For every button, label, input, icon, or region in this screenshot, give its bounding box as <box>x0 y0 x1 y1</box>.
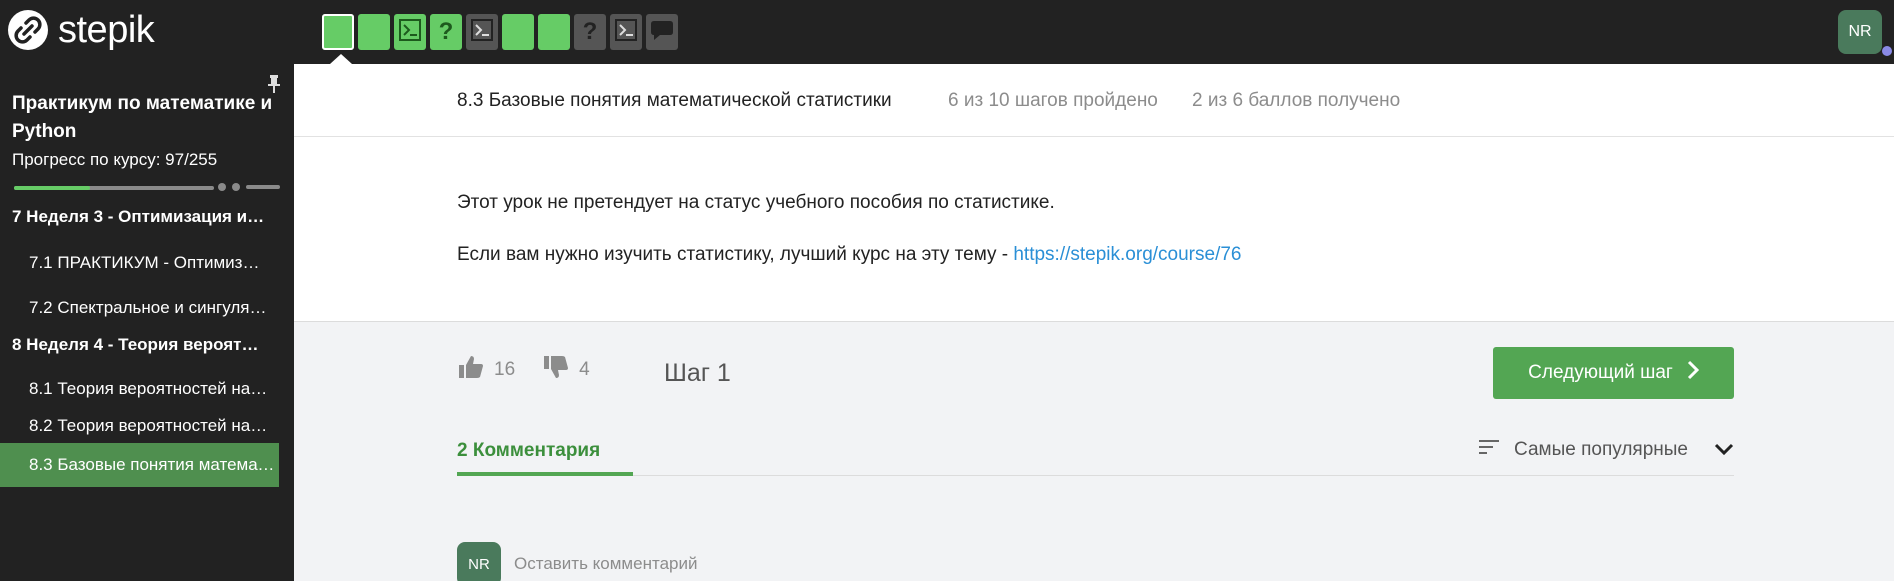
step-number: Шаг 1 <box>664 359 731 387</box>
sidebar-lesson[interactable]: 8.2 Теория вероятностей на Python <box>0 404 268 448</box>
sort-icon <box>1478 438 1500 462</box>
sidebar-item-label: 8 Неделя 4 - Теория вероятностей и стати… <box>12 335 268 354</box>
content-paragraph: Если вам нужно изучить статистику, лучши… <box>457 244 1241 266</box>
course-progress-bar <box>14 186 214 190</box>
step-4[interactable]: ? <box>430 14 462 50</box>
step-8[interactable]: ? <box>574 14 606 50</box>
tab-comments[interactable]: 2 Комментария <box>457 436 633 476</box>
progress-marker <box>232 183 240 191</box>
progress-markers <box>218 183 280 191</box>
sidebar-section[interactable]: 8 Неделя 4 - Теория вероятностей и стати… <box>0 323 268 367</box>
top-bar: stepik ?? NR <box>0 0 1894 64</box>
comments-sort-select[interactable]: Самые популярные <box>1478 438 1734 462</box>
chat-bubble-icon <box>650 19 674 46</box>
comment-input[interactable]: Оставить комментарий <box>514 554 697 574</box>
brand-name: stepik <box>58 9 155 51</box>
sort-label: Самые популярные <box>1514 439 1688 460</box>
dislike-button[interactable]: 4 <box>543 354 590 386</box>
stepik-logo-icon <box>8 10 48 50</box>
course-sidebar: Практикум по математике и Python Прогрес… <box>0 64 294 581</box>
step-content: Этот урок не претендует на статус учебно… <box>294 137 1894 322</box>
steps-progress: 6 из 10 шагов пройдено <box>948 90 1158 111</box>
sidebar-section[interactable]: 7 Неделя 3 - Оптимизация и матричные раз… <box>0 195 268 239</box>
question-icon: ? <box>582 18 598 45</box>
step-5[interactable] <box>466 14 498 50</box>
content-text: Если вам нужно изучить статистику, лучши… <box>457 244 1014 265</box>
step-10[interactable] <box>646 14 678 50</box>
step-6[interactable] <box>502 14 534 50</box>
course-title[interactable]: Практикум по математике и Python <box>12 90 274 146</box>
step-9[interactable] <box>610 14 642 50</box>
user-avatar[interactable]: NR <box>1838 10 1882 54</box>
chevron-right-icon <box>1687 360 1699 386</box>
step-votes: 16 4 <box>458 354 618 386</box>
sidebar-item-label: 7.1 ПРАКТИКУМ - Оптимизация <box>29 253 268 272</box>
sidebar-item-label: 8.2 Теория вероятностей на Python <box>29 416 268 435</box>
notification-dot <box>1882 46 1892 56</box>
step-2[interactable] <box>358 14 390 50</box>
course-link[interactable]: https://stepik.org/course/76 <box>1013 244 1241 265</box>
comments-tabs: 2 Комментария Самые популярные <box>457 436 1734 476</box>
chevron-down-icon <box>1714 439 1734 461</box>
current-step-caret <box>330 54 352 64</box>
terminal-icon <box>615 18 637 46</box>
thumbs-down-icon <box>543 354 569 386</box>
terminal-icon <box>471 18 493 46</box>
sidebar-item-label: 8.3 Базовые понятия математической стати… <box>29 455 279 474</box>
sidebar-lesson[interactable]: 8.3 Базовые понятия математической стати… <box>0 443 279 487</box>
step-3[interactable] <box>394 14 426 50</box>
course-progress-label: Прогресс по курсу: 97/255 <box>12 150 218 169</box>
sidebar-lesson[interactable]: 7.1 ПРАКТИКУМ - Оптимизация <box>0 241 268 285</box>
sidebar-item-label: 7 Неделя 3 - Оптимизация и матричные раз… <box>12 207 268 226</box>
dislike-count: 4 <box>579 359 590 380</box>
next-step-label: Следующий шаг <box>1528 362 1673 383</box>
sidebar-item-label: 7.2 Спектральное и сингулярное разложени… <box>29 298 268 317</box>
like-count: 16 <box>494 359 516 380</box>
step-navigation: ?? <box>322 14 678 50</box>
lesson-title: 8.3 Базовые понятия математической стати… <box>457 90 892 111</box>
progress-marker-bar <box>246 185 280 189</box>
comment-user-avatar: NR <box>457 542 501 581</box>
sidebar-item-label: 8.1 Теория вероятностей на пальцах <box>29 379 268 398</box>
step-7[interactable] <box>538 14 570 50</box>
terminal-icon <box>399 18 421 46</box>
stepik-logo[interactable]: stepik <box>8 9 155 51</box>
points-progress: 2 из 6 баллов получено <box>1192 90 1401 111</box>
next-step-button[interactable]: Следующий шаг <box>1493 347 1734 399</box>
progress-marker <box>218 183 226 191</box>
new-comment-row: NR Оставить комментарий <box>457 542 697 581</box>
step-1[interactable] <box>322 14 354 50</box>
like-button[interactable]: 16 <box>458 354 515 386</box>
thumbs-up-icon <box>458 354 484 386</box>
lesson-header: 8.3 Базовые понятия математической стати… <box>294 64 1894 137</box>
course-progress-fill <box>14 186 91 190</box>
content-paragraph: Этот урок не претендует на статус учебно… <box>457 192 1055 213</box>
question-icon: ? <box>438 18 454 45</box>
